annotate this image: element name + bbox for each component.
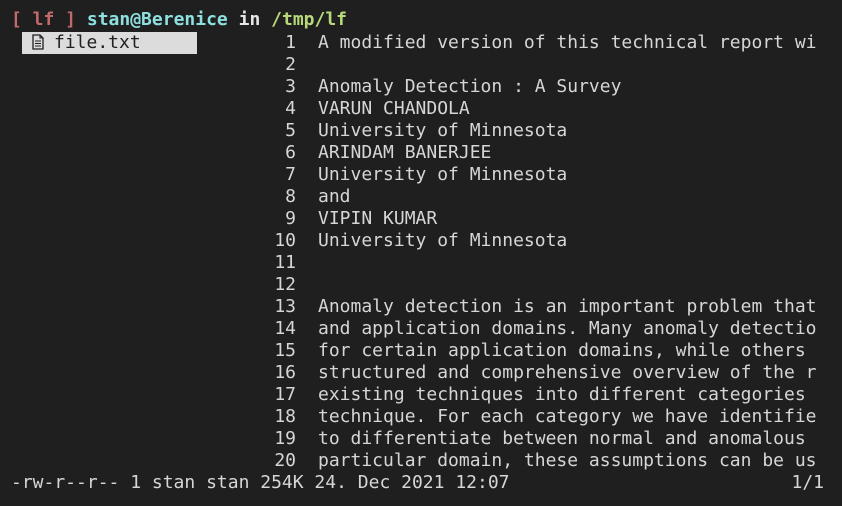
line-text: structured and comprehensive overview of… xyxy=(318,362,817,383)
line-number: 2 xyxy=(285,54,296,75)
line-text: Anomaly Detection : A Survey xyxy=(318,76,622,97)
line-text: Anomaly detection is an important proble… xyxy=(318,296,817,317)
line-number: 12 xyxy=(274,274,296,295)
line-number: 14 xyxy=(274,318,296,339)
header-bar: [ lf ] stan@Berenice in /tmp/lf xyxy=(11,9,347,31)
line-number: 20 xyxy=(274,450,296,471)
preview-line: 13 Anomaly detection is an important prob… xyxy=(250,296,825,318)
line-text: and xyxy=(318,186,351,207)
line-text: existing techniques into different categ… xyxy=(318,384,806,405)
preview-line: 5 University of Minnesota xyxy=(250,120,825,142)
line-text: University of Minnesota xyxy=(318,120,568,141)
file-info: -rw-r--r-- 1 stan stan 254K 24. Dec 2021… xyxy=(11,472,510,493)
line-number: 18 xyxy=(274,406,296,427)
line-text: particular domain, these assumptions can… xyxy=(318,450,817,471)
file-name: file.txt xyxy=(54,32,141,53)
in-label: in xyxy=(238,9,261,30)
position-indicator: 1/1 xyxy=(791,472,824,493)
preview-line: 15 for certain application domains, while… xyxy=(250,340,825,362)
file-list-item-selected[interactable]: file.txt xyxy=(22,32,197,54)
line-number: 6 xyxy=(285,142,296,163)
user-host: stan@Berenice xyxy=(86,9,228,30)
line-number: 11 xyxy=(274,252,296,273)
preview-line: 8 and xyxy=(250,186,825,208)
line-text: and application domains. Many anomaly de… xyxy=(318,318,817,339)
document-icon xyxy=(32,34,44,50)
line-text: VIPIN KUMAR xyxy=(318,208,438,229)
preview-line: 1 A modified version of this technical re… xyxy=(250,32,825,54)
preview-line: 16 structured and comprehensive overview … xyxy=(250,362,825,384)
file-preview-pane[interactable]: 1 A modified version of this technical re… xyxy=(250,32,825,472)
preview-line: 2 xyxy=(250,54,825,76)
preview-line: 9 VIPIN KUMAR xyxy=(250,208,825,230)
line-text: ARINDAM BANERJEE xyxy=(318,142,492,163)
line-text: University of Minnesota xyxy=(318,230,568,251)
line-number: 7 xyxy=(285,164,296,185)
line-number: 19 xyxy=(274,428,296,449)
line-number: 15 xyxy=(274,340,296,361)
line-number: 17 xyxy=(274,384,296,405)
line-text: A modified version of this technical rep… xyxy=(318,32,817,53)
line-text: for certain application domains, while o… xyxy=(318,340,806,361)
preview-line: 3 Anomaly Detection : A Survey xyxy=(250,76,825,98)
line-number: 9 xyxy=(285,208,296,229)
preview-line: 17 existing techniques into different cat… xyxy=(250,384,825,406)
status-bar: -rw-r--r-- 1 stan stan 254K 24. Dec 2021… xyxy=(11,472,824,494)
line-number: 5 xyxy=(285,120,296,141)
line-text: University of Minnesota xyxy=(318,164,568,185)
line-text: to differentiate between normal and anom… xyxy=(318,428,806,449)
line-text: VARUN CHANDOLA xyxy=(318,98,470,119)
line-number: 10 xyxy=(274,230,296,251)
line-text xyxy=(318,274,825,296)
preview-line: 20 particular domain, these assumptions c… xyxy=(250,450,825,472)
preview-line: 6 ARINDAM BANERJEE xyxy=(250,142,825,164)
line-number: 16 xyxy=(274,362,296,383)
preview-line: 12 xyxy=(250,274,825,296)
line-number: 13 xyxy=(274,296,296,317)
current-path: /tmp/lf xyxy=(271,9,347,30)
preview-line: 18 technique. For each category we have i… xyxy=(250,406,825,428)
preview-line: 14 and application domains. Many anomaly … xyxy=(250,318,825,340)
preview-line: 10 University of Minnesota xyxy=(250,230,825,252)
preview-line: 7 University of Minnesota xyxy=(250,164,825,186)
preview-line: 4 VARUN CHANDOLA xyxy=(250,98,825,120)
preview-line: 11 xyxy=(250,252,825,274)
line-number: 1 xyxy=(285,32,296,53)
line-number: 3 xyxy=(285,76,296,97)
line-text xyxy=(318,252,825,274)
preview-line: 19 to differentiate between normal and an… xyxy=(250,428,825,450)
line-number: 4 xyxy=(285,98,296,119)
app-tag: [ lf ] xyxy=(11,9,77,30)
line-text xyxy=(318,54,825,76)
line-number: 8 xyxy=(285,186,296,207)
line-text: technique. For each category we have ide… xyxy=(318,406,817,427)
